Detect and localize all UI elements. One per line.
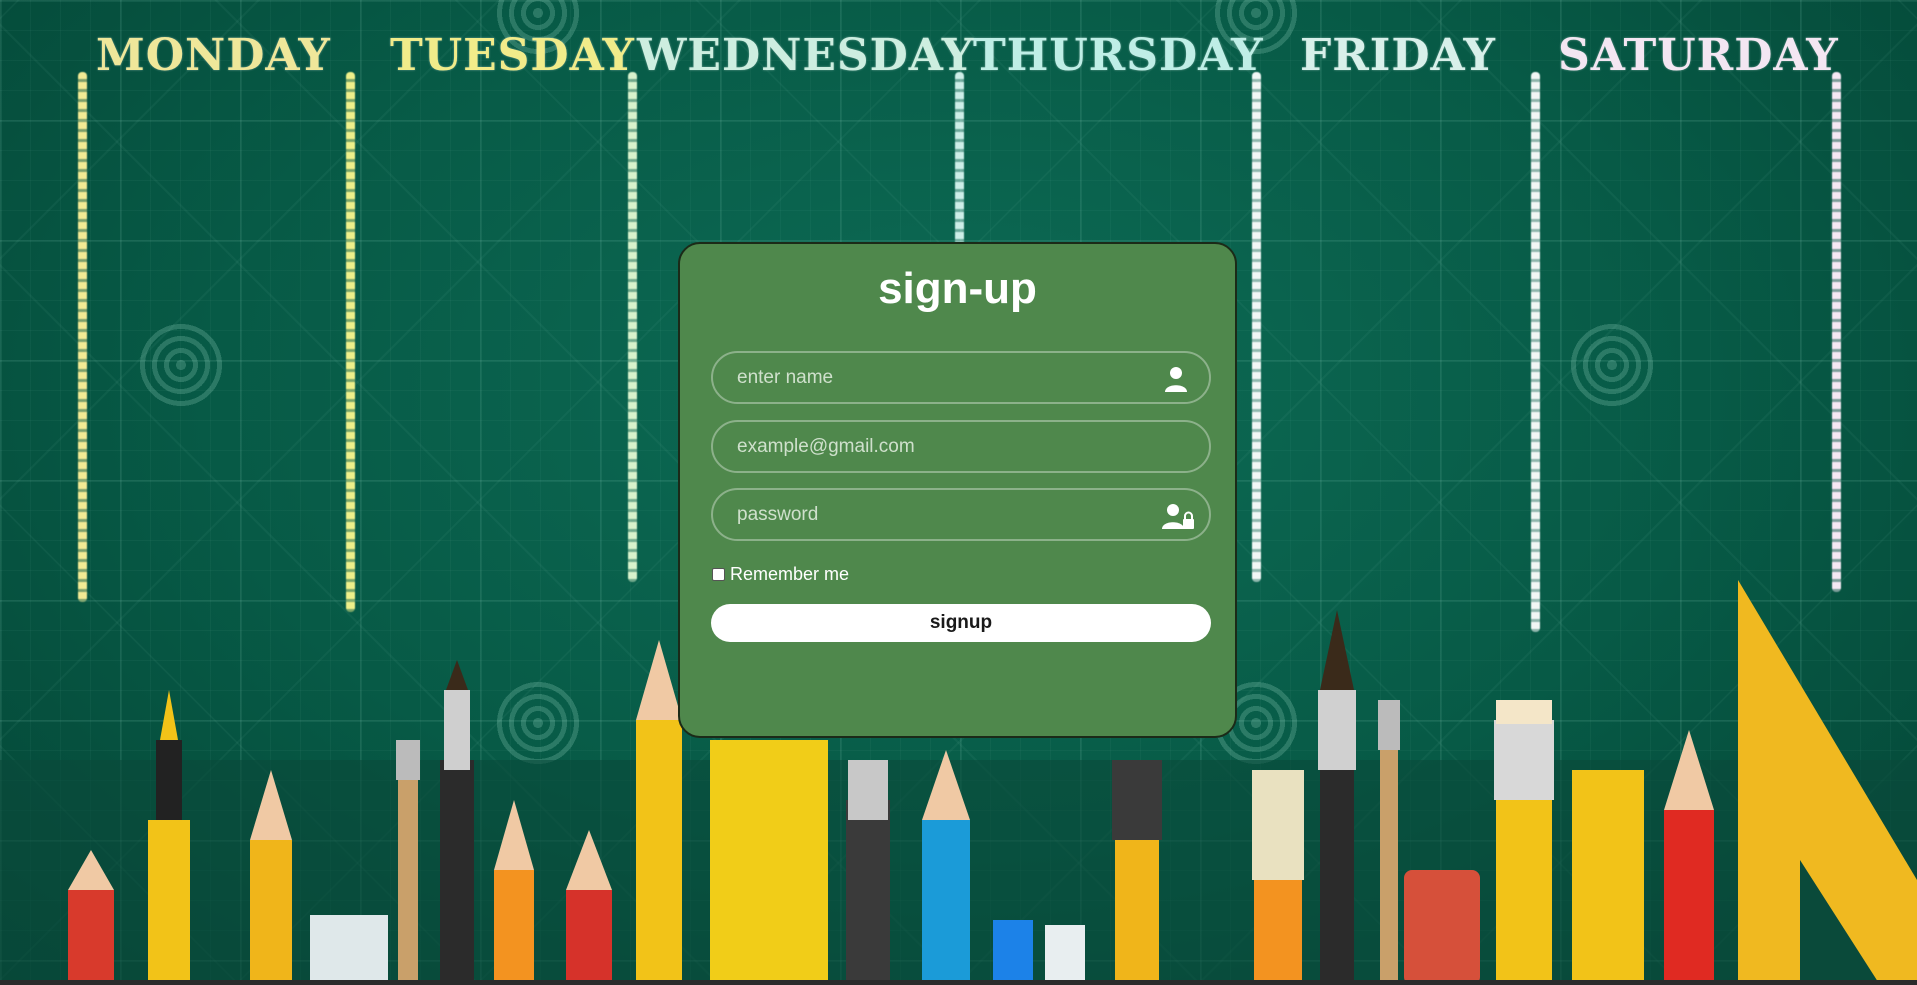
password-input[interactable] [737, 490, 1137, 539]
bottom-edge [0, 980, 1917, 985]
user-icon [1165, 367, 1187, 392]
day-header-monday: MONDAY [96, 30, 331, 81]
chalk-divider [628, 72, 637, 582]
chalk-divider [78, 72, 87, 602]
form-title: sign-up [878, 264, 1037, 313]
remember-me-label: Remember me [730, 564, 850, 584]
name-field[interactable] [711, 351, 1211, 404]
email-field[interactable] [711, 420, 1211, 473]
day-header-saturday: SATURDAY [1558, 30, 1839, 81]
email-input[interactable] [737, 422, 1137, 471]
chalk-divider [1252, 72, 1261, 582]
day-header-wednesday: WEDNESDAY [637, 30, 975, 81]
watermark-spiral-icon [138, 322, 224, 408]
name-input[interactable] [737, 353, 1137, 402]
remember-me-checkbox[interactable]: Remember me [712, 564, 849, 585]
watermark-spiral-icon [1569, 322, 1655, 408]
chalk-divider [1832, 72, 1841, 592]
chalk-divider [346, 72, 355, 612]
chalk-divider [955, 72, 964, 247]
signup-button[interactable]: signup [711, 604, 1211, 642]
chalk-divider [1531, 72, 1540, 632]
watermark-spiral-icon [495, 680, 581, 766]
user-lock-icon [1162, 504, 1194, 529]
password-field[interactable] [711, 488, 1211, 541]
day-header-tuesday: TUESDAY [390, 30, 635, 81]
day-header-thursday: THURSDAY [973, 30, 1264, 81]
day-header-friday: FRIDAY [1300, 30, 1496, 81]
checkbox-box[interactable] [712, 568, 725, 581]
signup-form: sign-up Remember me signup [678, 242, 1237, 738]
